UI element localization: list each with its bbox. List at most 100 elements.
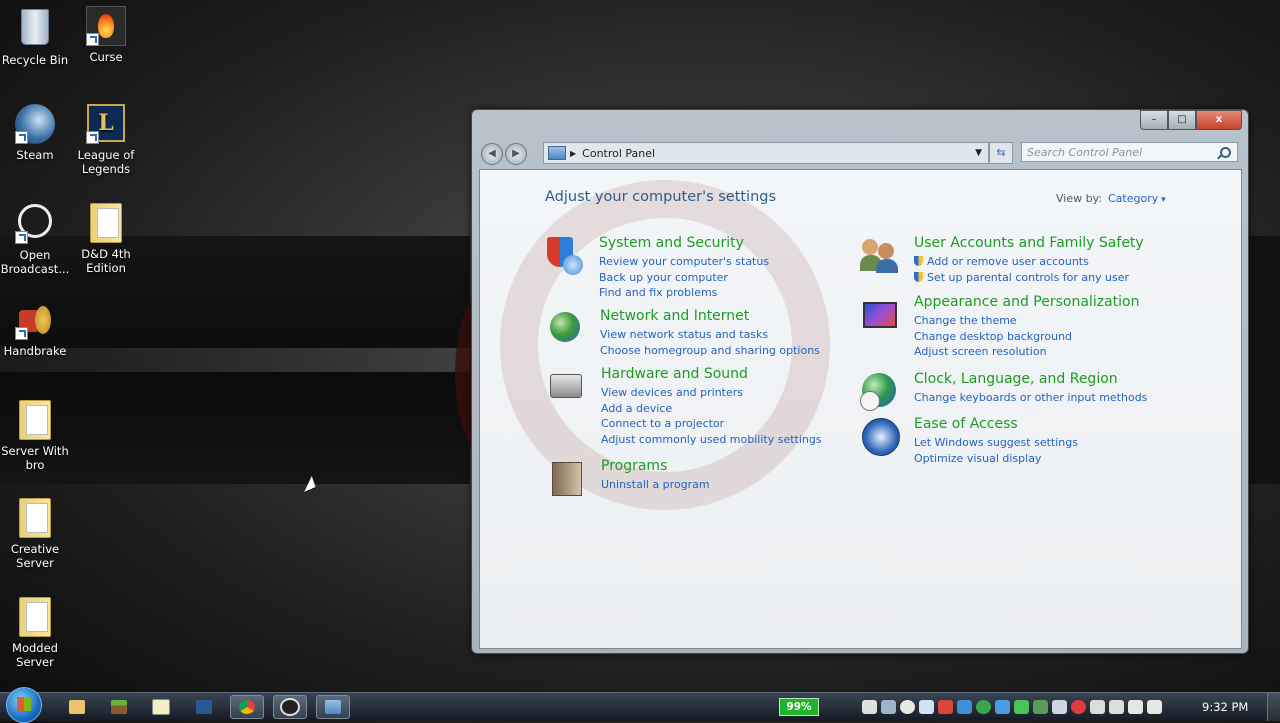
taskbar-minecraft[interactable]	[102, 695, 136, 719]
taskbar-clock[interactable]: 9:32 PM	[1202, 700, 1248, 714]
category-title[interactable]: Hardware and Sound	[601, 366, 748, 382]
battery-indicator[interactable]: 99%	[779, 698, 819, 716]
taskbar-obs[interactable]	[273, 695, 307, 719]
link-parental-controls[interactable]: Set up parental controls for any user	[914, 270, 1129, 286]
search-input[interactable]: Search Control Panel	[1021, 142, 1238, 162]
desktop-icon-creative-server[interactable]: Creative Server	[0, 497, 70, 570]
volume-icon[interactable]	[1128, 700, 1143, 714]
device-icon[interactable]	[1090, 700, 1105, 714]
desktop-icon-label: League of Legends	[77, 148, 135, 176]
forward-button[interactable]: ▶	[505, 143, 527, 165]
folder-icon	[15, 597, 55, 637]
desktop-icon-open-broadcaster[interactable]: Open Broadcast...	[0, 202, 70, 276]
help-icon[interactable]	[900, 700, 915, 714]
printer-icon	[547, 366, 587, 406]
link-homegroup-sharing[interactable]: Choose homegroup and sharing options	[600, 343, 820, 359]
clock-globe-icon	[860, 371, 900, 411]
control-panel-content: Adjust your computer's settings View by:…	[479, 169, 1242, 649]
taskbar-notepad[interactable]	[144, 695, 178, 719]
category-title[interactable]: Programs	[601, 458, 667, 474]
desktop-icon-curse[interactable]: Curse	[71, 6, 141, 64]
link-review-status[interactable]: Review your computer's status	[599, 254, 769, 270]
taskbar-chrome[interactable]	[230, 695, 264, 719]
ease-of-access-icon	[860, 416, 900, 456]
network-tray-icon[interactable]	[1033, 700, 1048, 714]
chrome-tray-icon[interactable]	[995, 700, 1010, 714]
view-by-dropdown[interactable]: Category	[1108, 192, 1166, 205]
link-find-fix-problems[interactable]: Find and fix problems	[599, 285, 769, 301]
desktop-icon-steam[interactable]: Steam	[0, 104, 70, 162]
link-suggest-settings[interactable]: Let Windows suggest settings	[914, 435, 1078, 451]
link-add-device[interactable]: Add a device	[601, 401, 822, 417]
link-desktop-background[interactable]: Change desktop background	[914, 329, 1072, 345]
desktop-icon-label: Curse	[89, 50, 123, 64]
link-screen-resolution[interactable]: Adjust screen resolution	[914, 344, 1072, 360]
link-optimize-display[interactable]: Optimize visual display	[914, 451, 1078, 467]
security-tray-icon[interactable]	[938, 700, 953, 714]
show-desktop-button[interactable]	[1267, 693, 1280, 721]
breadcrumb-arrow-icon[interactable]: ▶	[570, 149, 576, 158]
link-back-up[interactable]: Back up your computer	[599, 270, 769, 286]
folder-icon	[86, 203, 126, 243]
sync-icon[interactable]	[976, 700, 991, 714]
antivirus-icon[interactable]	[1071, 700, 1086, 714]
steam-tray-icon[interactable]	[881, 700, 896, 714]
taskbar-word[interactable]	[187, 695, 221, 719]
close-button[interactable]: x	[1196, 110, 1242, 130]
category-title[interactable]: System and Security	[599, 235, 744, 251]
breadcrumb-control-panel[interactable]: Control Panel	[582, 147, 655, 160]
link-add-remove-users[interactable]: Add or remove user accounts	[914, 254, 1129, 270]
search-placeholder: Search Control Panel	[1027, 146, 1143, 159]
category-title[interactable]: Clock, Language, and Region	[914, 371, 1118, 387]
desktop-icon-recycle-bin[interactable]: Recycle Bin	[0, 6, 70, 67]
taskbar-control-panel[interactable]	[316, 695, 350, 719]
address-dropdown-icon[interactable]: ▼	[975, 148, 982, 158]
cloud-check-icon[interactable]	[1014, 700, 1029, 714]
minimize-button[interactable]: –	[1140, 110, 1168, 130]
link-uninstall-program[interactable]: Uninstall a program	[601, 477, 710, 493]
navigation-buttons: ◀ ▶	[481, 143, 527, 165]
link-devices-printers[interactable]: View devices and printers	[601, 385, 822, 401]
dropbox-icon[interactable]	[919, 700, 934, 714]
programs-icon	[547, 458, 587, 498]
action-center-flag-icon[interactable]	[1147, 700, 1162, 714]
view-by-label: View by:	[1056, 192, 1102, 205]
desktop-icon-server-with-bro[interactable]: Server With bro	[0, 399, 70, 472]
start-button[interactable]	[6, 687, 42, 723]
category-title[interactable]: Appearance and Personalization	[914, 294, 1139, 310]
desktop-icon-label: Modded Server	[12, 641, 58, 669]
back-button[interactable]: ◀	[481, 143, 503, 165]
power-icon[interactable]	[1109, 700, 1124, 714]
refresh-button[interactable]: ⇆	[989, 142, 1013, 164]
address-bar[interactable]: ▶ Control Panel ▼	[543, 142, 989, 164]
desktop-icon-dnd-4th-edition[interactable]: D&D 4th Edition	[71, 202, 141, 275]
category-title[interactable]: User Accounts and Family Safety	[914, 235, 1144, 251]
desktop-icon-label: Steam	[16, 148, 54, 162]
caption-buttons: – □ x	[1140, 110, 1242, 130]
tools-icon[interactable]	[1052, 700, 1067, 714]
maximize-button[interactable]: □	[1168, 110, 1196, 130]
windows-icon[interactable]	[862, 700, 877, 714]
obs-icon	[280, 698, 300, 716]
link-change-theme[interactable]: Change the theme	[914, 313, 1072, 329]
handbrake-pineapple-icon	[15, 300, 55, 340]
uac-shield-icon	[914, 271, 923, 282]
link-keyboards-input[interactable]: Change keyboards or other input methods	[914, 390, 1147, 406]
link-network-status[interactable]: View network status and tasks	[600, 327, 820, 343]
link-connect-projector[interactable]: Connect to a projector	[601, 416, 822, 432]
taskbar-explorer[interactable]	[60, 695, 94, 719]
desktop-icon-league-of-legends[interactable]: L League of Legends	[71, 104, 141, 176]
category-title[interactable]: Ease of Access	[914, 416, 1018, 432]
desktop-icon-modded-server[interactable]: Modded Server	[0, 596, 70, 669]
desktop-icon-label: Open Broadcast...	[0, 248, 70, 276]
desktop-icon-handbrake[interactable]: Handbrake	[0, 300, 70, 358]
box-icon[interactable]	[957, 700, 972, 714]
recycle-bin-icon	[15, 9, 55, 49]
category-title[interactable]: Network and Internet	[600, 308, 749, 324]
shortcut-arrow-icon	[15, 231, 28, 244]
uac-shield-icon	[914, 256, 923, 266]
folder-icon	[15, 400, 55, 440]
search-icon[interactable]	[1220, 147, 1231, 158]
link-mobility-settings[interactable]: Adjust commonly used mobility settings	[601, 432, 822, 448]
desktop-icon-label: Creative Server	[10, 542, 60, 570]
